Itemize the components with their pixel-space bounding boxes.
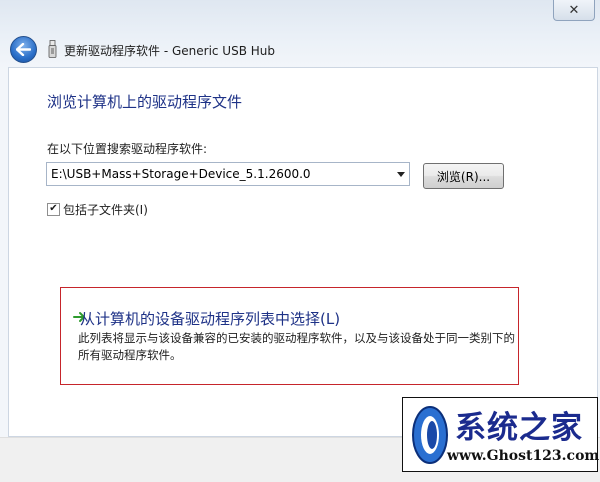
back-button[interactable] (10, 36, 37, 63)
watermark-title: 系统之家 (455, 410, 583, 446)
browse-button[interactable]: 浏览(R)... (423, 163, 504, 189)
usb-device-icon (48, 40, 57, 58)
update-driver-window: ✕ 更新驱动程序软件 - Generic USB Hub 浏览计算机上的驱动程序… (0, 0, 600, 482)
search-location-label: 在以下位置搜索驱动程序软件: (47, 142, 208, 156)
chevron-down-icon[interactable] (397, 172, 405, 177)
close-icon: ✕ (568, 2, 580, 18)
close-button[interactable]: ✕ (553, 0, 595, 21)
include-subfolders-label: 包括子文件夹(I) (63, 202, 148, 217)
include-subfolders-option[interactable]: ✔ 包括子文件夹(I) (47, 201, 148, 217)
path-combobox[interactable]: E:\USB+Mass+Storage+Device_5.1.2600.0 (46, 162, 410, 186)
ghost-logo-icon (412, 406, 448, 464)
pick-from-list-link[interactable]: 从计算机的设备驱动程序列表中选择(L) (80, 308, 340, 329)
pick-from-list-description: 此列表将显示与该设备兼容的已安装的驱动程序软件，以及与该设备处于同一类别下的所有… (78, 331, 515, 362)
page-heading: 浏览计算机上的驱动程序文件 (47, 93, 243, 111)
watermark-url: www.Ghost123.com (447, 448, 600, 464)
window-title: 更新驱动程序软件 - Generic USB Hub (64, 44, 276, 58)
path-value: E:\USB+Mass+Storage+Device_5.1.2600.0 (51, 167, 311, 181)
back-arrow-icon (16, 43, 31, 56)
include-subfolders-checkbox[interactable]: ✔ (47, 202, 60, 216)
watermark-logo: 系统之家 www.Ghost123.com (402, 397, 600, 472)
